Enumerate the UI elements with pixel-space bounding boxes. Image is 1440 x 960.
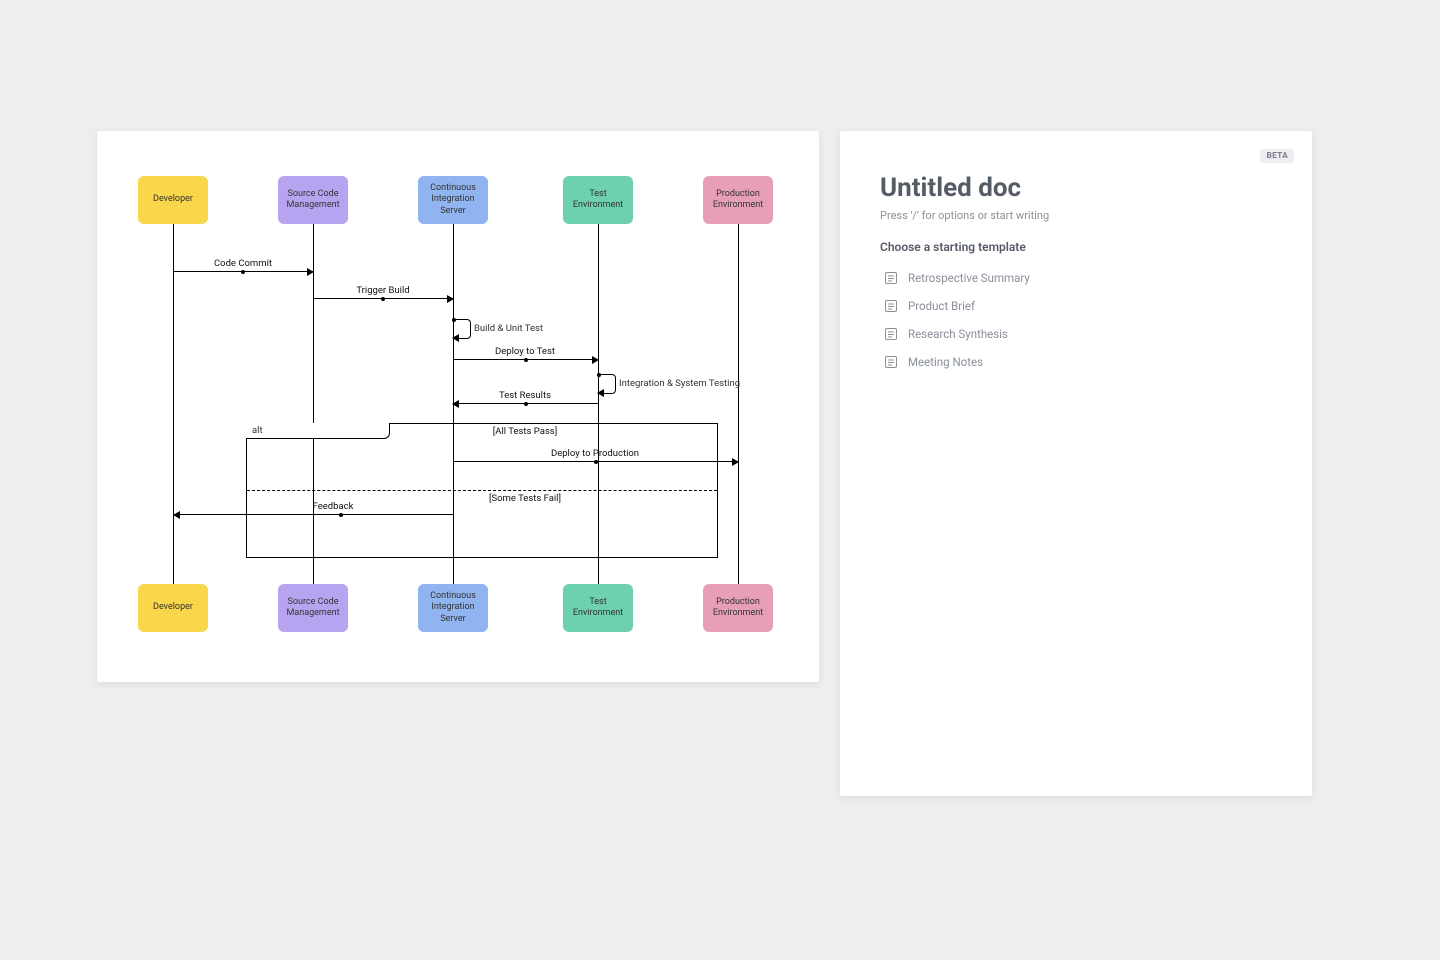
participant-label: Production Environment bbox=[705, 597, 771, 620]
msg-test-results: Test Results bbox=[499, 390, 551, 401]
template-label: Product Brief bbox=[908, 299, 975, 313]
doc-panel[interactable]: BETA Untitled doc Press '/' for options … bbox=[840, 131, 1312, 796]
arrow-trigger-build bbox=[313, 298, 453, 299]
participant-test-top[interactable]: Test Environment bbox=[563, 176, 633, 224]
msg-deploy-test: Deploy to Test bbox=[495, 346, 555, 357]
arrow-deploy-prod bbox=[453, 461, 738, 462]
alt-tag-label: alt bbox=[252, 425, 263, 436]
participant-label: Continuous Integration Server bbox=[420, 183, 486, 217]
participant-prod-top[interactable]: Production Environment bbox=[703, 176, 773, 224]
participant-label: Production Environment bbox=[705, 189, 771, 212]
participant-label: Developer bbox=[153, 194, 193, 205]
doc-hint: Press '/' for options or start writing bbox=[880, 209, 1272, 222]
doc-title[interactable]: Untitled doc bbox=[880, 173, 1272, 203]
alt-branch-fail-label: [Some Tests Fail] bbox=[489, 493, 561, 504]
arrow-deploy-test bbox=[453, 359, 598, 360]
participant-label: Test Environment bbox=[565, 597, 631, 620]
document-icon bbox=[884, 299, 898, 313]
arrow-code-commit bbox=[173, 271, 313, 272]
template-label: Research Synthesis bbox=[908, 327, 1008, 341]
participant-scm-top[interactable]: Source Code Management bbox=[278, 176, 348, 224]
participant-developer-top[interactable]: Developer bbox=[138, 176, 208, 224]
choose-template-heading: Choose a starting template bbox=[880, 240, 1272, 254]
diagram-canvas-panel[interactable]: Developer Source Code Management Continu… bbox=[97, 131, 819, 682]
participant-test-bottom[interactable]: Test Environment bbox=[563, 584, 633, 632]
beta-badge: BETA bbox=[1260, 149, 1294, 163]
arrow-feedback bbox=[174, 514, 453, 515]
template-research-synthesis[interactable]: Research Synthesis bbox=[880, 320, 1272, 348]
participant-label: Test Environment bbox=[565, 189, 631, 212]
participant-label: Developer bbox=[153, 602, 193, 613]
msg-build-unit-test: Build & Unit Test bbox=[474, 323, 543, 334]
participant-prod-bottom[interactable]: Production Environment bbox=[703, 584, 773, 632]
document-icon bbox=[884, 271, 898, 285]
template-meeting-notes[interactable]: Meeting Notes bbox=[880, 348, 1272, 376]
participant-ci-top[interactable]: Continuous Integration Server bbox=[418, 176, 488, 224]
sequence-diagram: Developer Source Code Management Continu… bbox=[118, 151, 798, 661]
participant-developer-bottom[interactable]: Developer bbox=[138, 584, 208, 632]
participant-scm-bottom[interactable]: Source Code Management bbox=[278, 584, 348, 632]
template-list: Retrospective Summary Product Brief Rese… bbox=[880, 264, 1272, 376]
document-icon bbox=[884, 327, 898, 341]
alt-branch-pass-label: [All Tests Pass] bbox=[493, 426, 557, 437]
template-product-brief[interactable]: Product Brief bbox=[880, 292, 1272, 320]
lifeline-prod bbox=[738, 224, 739, 584]
template-retrospective[interactable]: Retrospective Summary bbox=[880, 264, 1272, 292]
msg-integration-testing: Integration & System Testing bbox=[619, 378, 740, 389]
template-label: Meeting Notes bbox=[908, 355, 983, 369]
participant-label: Source Code Management bbox=[280, 189, 346, 212]
arrow-test-results bbox=[453, 403, 598, 404]
msg-code-commit: Code Commit bbox=[214, 258, 272, 269]
document-icon bbox=[884, 355, 898, 369]
alt-block: alt bbox=[246, 423, 718, 558]
alt-tag: alt bbox=[246, 423, 390, 439]
participant-label: Continuous Integration Server bbox=[420, 591, 486, 625]
selfloop-build-unit-test bbox=[454, 319, 471, 339]
msg-feedback: Feedback bbox=[313, 501, 354, 512]
template-label: Retrospective Summary bbox=[908, 271, 1030, 285]
participant-label: Source Code Management bbox=[280, 597, 346, 620]
alt-divider bbox=[247, 490, 717, 491]
lifeline-developer bbox=[173, 224, 174, 584]
selfloop-integration-testing bbox=[599, 374, 616, 394]
msg-trigger-build: Trigger Build bbox=[356, 285, 409, 296]
msg-deploy-prod: Deploy to Production bbox=[551, 448, 639, 459]
participant-ci-bottom[interactable]: Continuous Integration Server bbox=[418, 584, 488, 632]
